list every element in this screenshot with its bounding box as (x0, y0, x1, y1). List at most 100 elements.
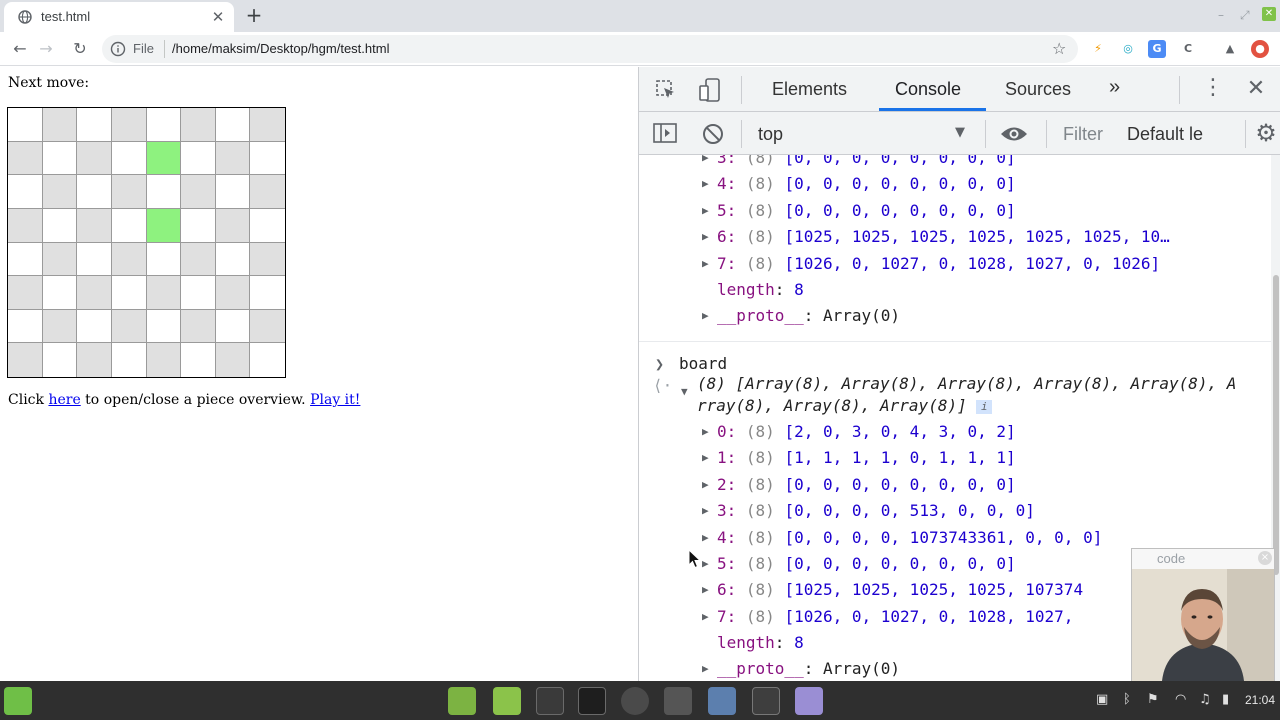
board-cell[interactable] (250, 242, 285, 277)
tab-elements[interactable]: Elements (772, 79, 847, 100)
gear-icon[interactable]: ⚙ (1253, 119, 1279, 147)
triangle-right-icon[interactable]: ▶ (702, 155, 709, 171)
extension-icon[interactable]: ▲ (1221, 40, 1239, 58)
maximize-icon[interactable]: ⤢ (1240, 8, 1250, 23)
board-cell[interactable] (181, 343, 216, 377)
music-icon[interactable]: ♫ (1199, 692, 1211, 707)
board-cell[interactable] (250, 108, 285, 142)
triangle-right-icon[interactable]: ▶ (702, 224, 709, 250)
board-cell[interactable] (77, 108, 112, 142)
extension-icon[interactable]: ● (1251, 40, 1269, 58)
dropdown-arrow-icon[interactable]: ▼ (955, 125, 965, 140)
tab-console[interactable]: Console (895, 79, 961, 100)
board-cell[interactable] (215, 141, 251, 176)
board-cell[interactable] (181, 175, 216, 209)
close-icon[interactable]: × (1258, 551, 1272, 565)
board-cell[interactable] (111, 208, 147, 243)
close-icon[interactable]: ✕ (209, 8, 227, 26)
camera-tray-icon[interactable]: ▣ (1096, 692, 1108, 707)
board-cell[interactable] (111, 108, 147, 142)
log-levels-select[interactable]: Default le (1127, 124, 1243, 145)
triangle-right-icon[interactable]: ▶ (702, 551, 709, 577)
board-cell[interactable] (146, 343, 182, 377)
board-cell[interactable] (181, 242, 216, 277)
board-cell[interactable] (42, 141, 78, 176)
board-cell[interactable] (146, 175, 182, 209)
board-cell[interactable] (77, 343, 112, 377)
triangle-down-icon[interactable]: ▼ (681, 381, 688, 403)
board-cell[interactable] (215, 343, 251, 377)
triangle-right-icon[interactable]: ▶ (702, 525, 709, 551)
eye-icon[interactable] (1000, 125, 1028, 143)
board-cell[interactable] (42, 309, 78, 344)
board-cell[interactable] (8, 141, 43, 176)
sidebar-toggle-icon[interactable] (653, 123, 677, 143)
board-cell[interactable] (181, 309, 216, 344)
triangle-right-icon[interactable]: ▶ (702, 577, 709, 603)
triangle-right-icon[interactable]: ▶ (702, 472, 709, 498)
extension-icon[interactable]: ◎ (1119, 40, 1137, 58)
board-cell[interactable] (111, 309, 147, 344)
board-cell[interactable] (8, 242, 43, 277)
board-cell[interactable] (8, 276, 43, 310)
triangle-right-icon[interactable]: ▶ (702, 171, 709, 197)
board-cell[interactable] (8, 175, 43, 209)
minimize-icon[interactable]: – (1218, 8, 1224, 22)
context-select[interactable]: top (758, 124, 783, 145)
extension-icon[interactable]: C (1179, 40, 1197, 58)
board-cell[interactable] (250, 343, 285, 377)
flag-icon[interactable]: ⚑ (1147, 692, 1159, 707)
star-icon[interactable]: ☆ (1052, 39, 1066, 58)
scrollbar-thumb[interactable] (1273, 275, 1279, 575)
result-header[interactable]: ⟨· ▼ (8) [Array(8), Array(8), Array(8), … (639, 374, 1271, 421)
inspect-icon[interactable] (655, 79, 677, 101)
board-cell[interactable] (111, 276, 147, 310)
board-cell[interactable] (77, 242, 112, 277)
triangle-right-icon[interactable]: ▶ (702, 445, 709, 471)
board-cell[interactable] (42, 276, 78, 310)
bolt-extension-icon[interactable]: ⚡ (1089, 40, 1107, 58)
board-cell[interactable] (146, 276, 182, 310)
board-cell[interactable] (215, 108, 251, 142)
close-devtools-icon[interactable]: ✕ (1245, 76, 1267, 101)
terminal-icon[interactable] (578, 687, 606, 715)
board-cell[interactable] (215, 175, 251, 209)
triangle-right-icon[interactable]: ▶ (702, 198, 709, 224)
url-text[interactable]: /home/maksim/Desktop/hgm/test.html (172, 41, 389, 56)
board-cell[interactable] (250, 141, 285, 176)
board-cell[interactable] (42, 175, 78, 209)
triangle-right-icon[interactable]: ▶ (702, 251, 709, 277)
board-cell[interactable] (8, 343, 43, 377)
board-cell[interactable] (8, 208, 43, 243)
text-editor-icon[interactable] (795, 687, 823, 715)
forward-icon[interactable]: → (36, 39, 56, 59)
chess-board[interactable] (7, 107, 286, 378)
new-tab-button[interactable]: + (244, 5, 264, 25)
board-cell[interactable] (42, 343, 78, 377)
screenshot-icon[interactable] (708, 687, 736, 715)
board-cell[interactable] (146, 309, 182, 344)
device-toggle-icon[interactable] (699, 78, 721, 102)
board-cell[interactable] (215, 242, 251, 277)
triangle-right-icon[interactable]: ▶ (702, 656, 709, 681)
triangle-right-icon[interactable]: ▶ (702, 498, 709, 524)
kebab-menu-icon[interactable]: ⋮ (1202, 75, 1224, 100)
board-cell[interactable] (181, 108, 216, 142)
board-cell[interactable] (146, 208, 182, 243)
board-cell[interactable] (250, 175, 285, 209)
window-close-icon[interactable]: ✕ (1262, 7, 1276, 21)
webcam-titlebar[interactable]: code × (1132, 549, 1274, 569)
address-bar[interactable]: File /home/maksim/Desktop/hgm/test.html … (102, 35, 1078, 63)
board-cell[interactable] (146, 108, 182, 142)
board-cell[interactable] (77, 276, 112, 310)
triangle-right-icon[interactable]: ▶ (702, 604, 709, 630)
board-cell[interactable] (42, 108, 78, 142)
board-cell[interactable] (77, 309, 112, 344)
info-badge-icon[interactable]: i (976, 399, 993, 414)
files-icon[interactable] (493, 687, 521, 715)
board-cell[interactable] (8, 309, 43, 344)
board-cell[interactable] (42, 208, 78, 243)
triangle-right-icon[interactable]: ▶ (702, 419, 709, 445)
board-cell[interactable] (250, 309, 285, 344)
bluetooth-icon[interactable]: ᛒ (1123, 692, 1131, 707)
